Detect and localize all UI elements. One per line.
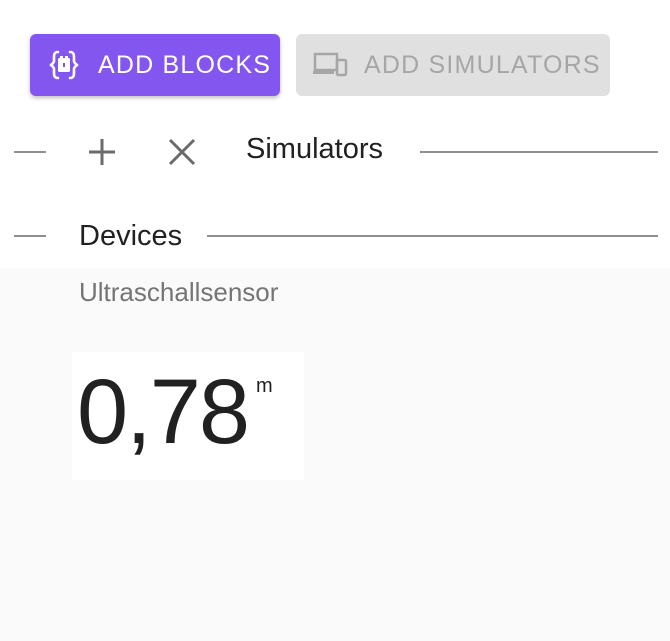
section-divider-right: [420, 151, 658, 153]
sensor-value: 0,78: [77, 361, 250, 463]
section-divider-left: [14, 151, 46, 153]
code-blocks-icon: [46, 47, 82, 83]
devices-title: Devices: [79, 220, 183, 252]
devices-divider-right: [207, 235, 658, 237]
add-blocks-label: ADD BLOCKS: [98, 50, 272, 79]
add-simulators-button[interactable]: ADD SIMULATORS: [296, 34, 610, 96]
simulators-title: Simulators: [246, 133, 383, 165]
close-icon: [168, 138, 196, 166]
plus-icon: [89, 139, 115, 165]
devices-icon: [312, 47, 348, 83]
device-name: Ultraschallsensor: [79, 277, 279, 307]
add-simulators-label: ADD SIMULATORS: [364, 50, 601, 79]
add-blocks-button[interactable]: ADD BLOCKS: [30, 34, 280, 96]
sensor-unit: m: [256, 375, 273, 397]
devices-divider-left: [14, 235, 46, 237]
add-simulator-button[interactable]: [80, 130, 124, 174]
sensor-value-card: 0,78 m: [72, 352, 304, 480]
app-page: ADD BLOCKS ADD SIMULATORS Simulators Dev…: [0, 0, 670, 641]
close-simulators-button[interactable]: [160, 130, 204, 174]
